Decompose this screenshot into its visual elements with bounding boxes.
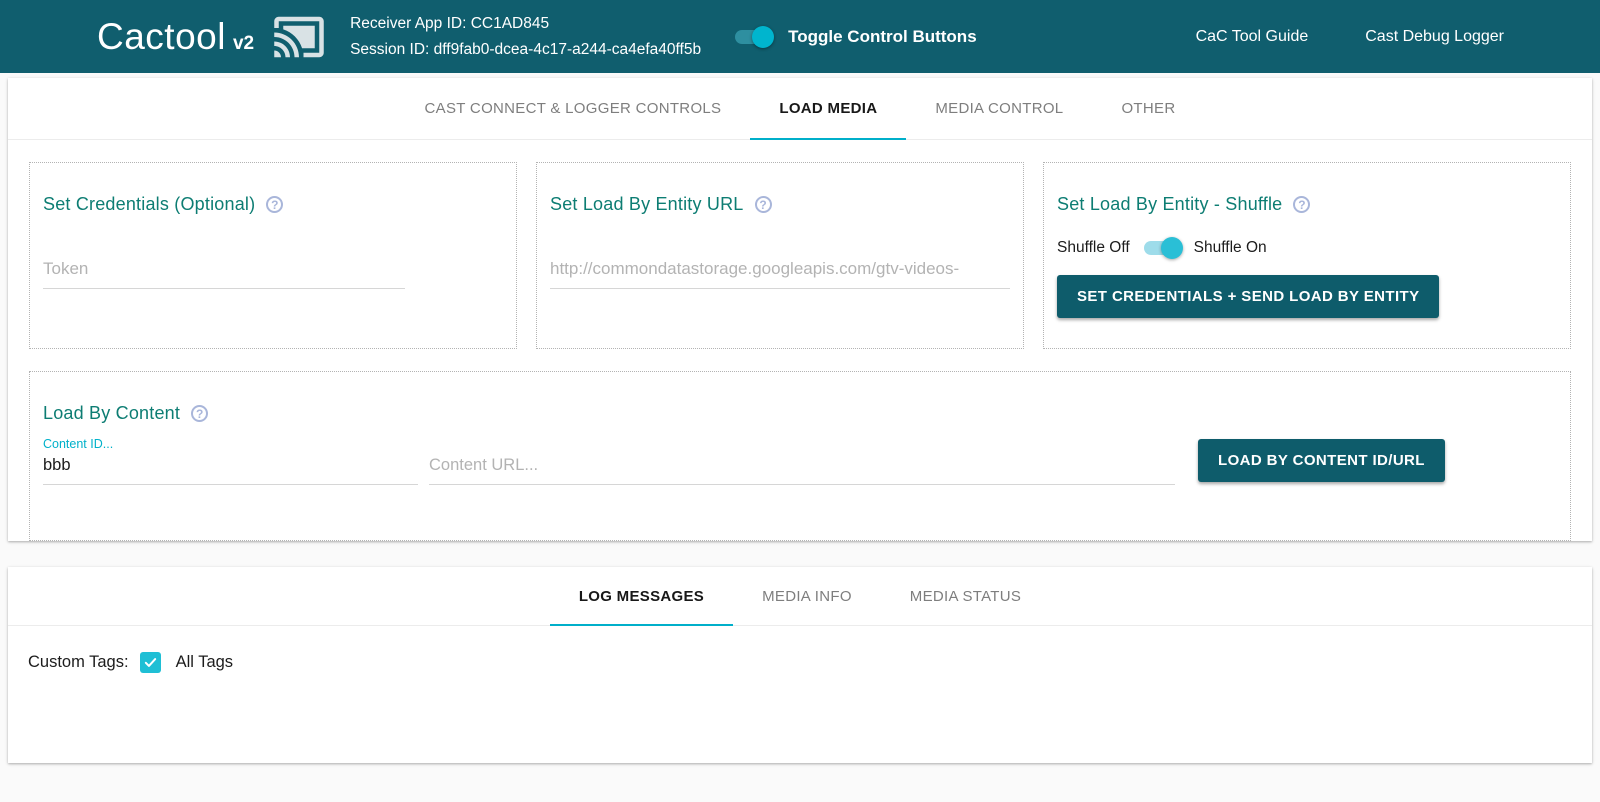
tab-media-control[interactable]: MEDIA CONTROL [906,78,1092,139]
set-credentials-panel: Set Credentials (Optional) ? [29,162,517,349]
all-tags-label: All Tags [176,653,233,672]
tab-load-media[interactable]: LOAD MEDIA [750,78,906,139]
shuffle-toggle[interactable] [1144,238,1180,258]
help-icon[interactable]: ? [755,196,772,213]
tab-log-messages[interactable]: LOG MESSAGES [550,567,733,625]
token-input[interactable] [43,259,405,289]
content-url-input[interactable] [429,456,1175,485]
tab-cast-connect-logger-controls[interactable]: CAST CONNECT & LOGGER CONTROLS [396,78,751,139]
custom-tags-label: Custom Tags: [28,653,129,672]
content-id-input[interactable] [43,456,418,485]
entity-url-input[interactable] [550,259,1010,289]
set-credentials-send-load-by-entity-button[interactable]: SET CREDENTIALS + SEND LOAD BY ENTITY [1057,275,1439,318]
set-load-by-entity-shuffle-title: Set Load By Entity - Shuffle [1057,194,1282,215]
help-icon[interactable]: ? [191,405,208,422]
log-card: LOG MESSAGES MEDIA INFO MEDIA STATUS Cus… [8,567,1592,763]
all-tags-checkbox[interactable] [140,652,161,673]
control-buttons-toggle-label: Toggle Control Buttons [788,27,977,47]
tab-other[interactable]: OTHER [1092,78,1204,139]
receiver-app-id: Receiver App ID: CC1AD845 [350,11,701,37]
help-icon[interactable]: ? [266,196,283,213]
set-load-by-entity-url-title: Set Load By Entity URL [550,194,744,215]
cast-debug-logger-link[interactable]: Cast Debug Logger [1365,28,1504,46]
set-load-by-entity-shuffle-panel: Set Load By Entity - Shuffle ? Shuffle O… [1043,162,1571,349]
app-header: Cactool v2 Receiver App ID: CC1AD845 Ses… [0,0,1600,73]
set-load-by-entity-url-panel: Set Load By Entity URL ? [536,162,1024,349]
help-icon[interactable]: ? [1293,196,1310,213]
shuffle-on-label: Shuffle On [1194,239,1267,257]
tab-media-status[interactable]: MEDIA STATUS [881,567,1050,625]
toggle-thumb [752,26,774,48]
load-by-content-panel: Load By Content ? Content ID... LOAD BY … [29,371,1571,541]
control-buttons-toggle[interactable] [735,27,771,47]
load-by-content-id-url-button[interactable]: LOAD BY CONTENT ID/URL [1198,439,1445,482]
check-icon [143,655,158,670]
shuffle-off-label: Shuffle Off [1057,239,1130,257]
app-name: Cactool [97,16,226,58]
app-logo: Cactool v2 [97,16,254,58]
media-controls-card: CAST CONNECT & LOGGER CONTROLS LOAD MEDI… [8,78,1592,541]
content-id-field: Content ID... [43,437,418,485]
session-info: Receiver App ID: CC1AD845 Session ID: df… [350,11,701,63]
log-messages-content: Custom Tags: All Tags [8,626,1592,699]
set-credentials-title: Set Credentials (Optional) [43,194,255,215]
tab-media-info[interactable]: MEDIA INFO [733,567,881,625]
content-url-field [429,456,1175,485]
content-id-floating-label: Content ID... [43,437,418,451]
cast-connected-icon [272,10,326,64]
toggle-thumb [1161,237,1183,259]
cac-tool-guide-link[interactable]: CaC Tool Guide [1196,28,1309,46]
log-tab-bar: LOG MESSAGES MEDIA INFO MEDIA STATUS [8,567,1592,626]
main-tab-bar: CAST CONNECT & LOGGER CONTROLS LOAD MEDI… [8,78,1592,140]
load-by-content-title: Load By Content [43,403,180,424]
load-media-panels: Set Credentials (Optional) ? Set Load By… [8,140,1592,349]
session-id: Session ID: dff9fab0-dcea-4c17-a244-ca4e… [350,37,701,63]
app-version: v2 [233,33,254,55]
